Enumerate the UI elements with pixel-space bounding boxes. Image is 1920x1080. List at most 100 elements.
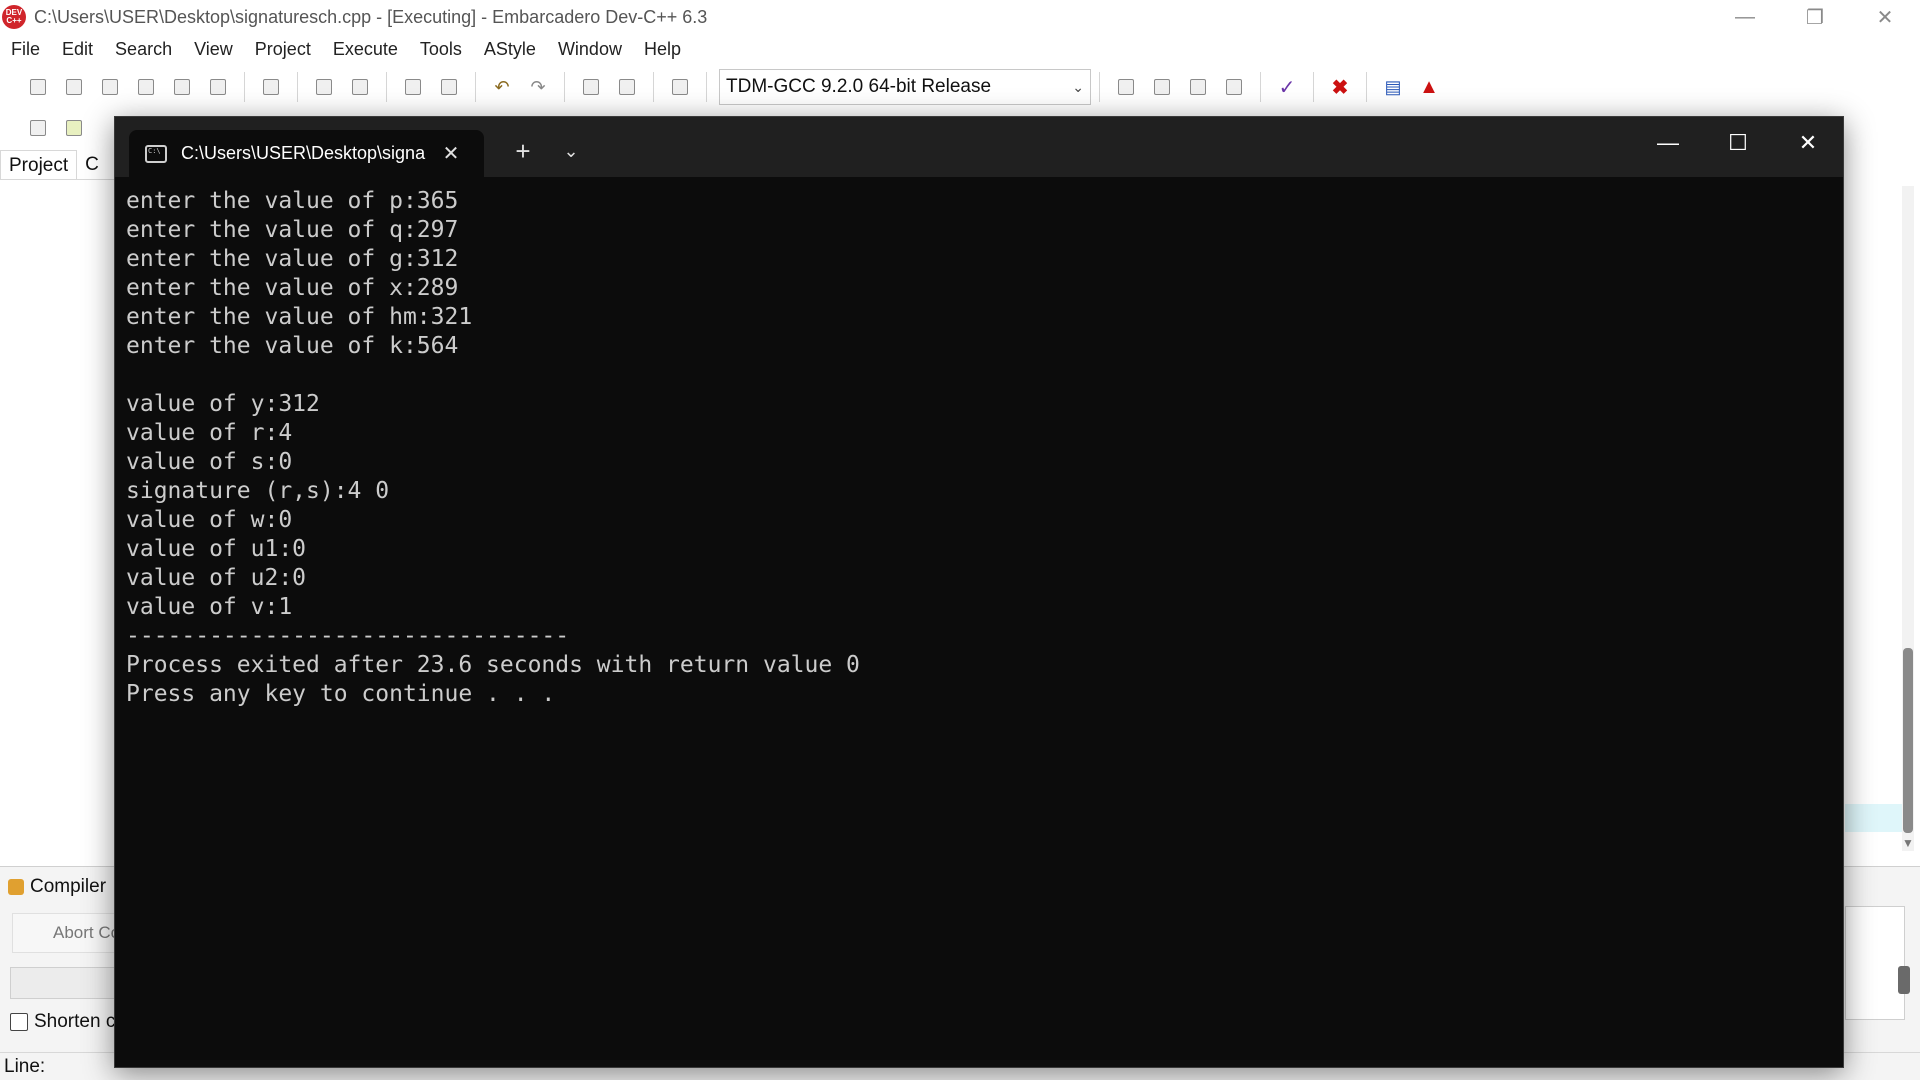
output-line: value of s:0 (126, 449, 293, 475)
redo-icon[interactable]: ↷ (520, 71, 556, 103)
toolbar-separator (244, 72, 245, 102)
tab-project[interactable]: Project (0, 150, 78, 179)
output-line: value of y:312 (126, 391, 320, 417)
toolbar-separator (706, 72, 707, 102)
toolbar-separator (297, 72, 298, 102)
terminal-tab-title: C:\Users\USER\Desktop\signa (181, 143, 426, 163)
ide-window-title: C:\Users\USER\Desktop\signaturesch.cpp -… (34, 6, 708, 27)
toolbar-separator (1099, 72, 1100, 102)
shorten-paths-checkbox[interactable]: Shorten c (10, 1011, 115, 1033)
stop-execution-icon[interactable]: ✖ (1322, 71, 1358, 103)
goto-icon[interactable] (56, 112, 92, 144)
close-all-icon[interactable] (200, 71, 236, 103)
syntax-check-icon[interactable]: ✓ (1269, 71, 1305, 103)
save-all-icon[interactable] (128, 71, 164, 103)
checkbox-box[interactable] (10, 1013, 28, 1031)
minimize-icon[interactable]: — (1633, 117, 1703, 169)
editor-scrollbar[interactable]: ▼ (1902, 186, 1914, 851)
terminal-titlebar: C:\Users\USER\Desktop\signa ✕ + ⌄ — ☐ ✕ (115, 117, 1843, 177)
close-file-icon[interactable] (164, 71, 200, 103)
terminal-tab[interactable]: C:\Users\USER\Desktop\signa ✕ (129, 130, 484, 177)
menu-astyle[interactable]: AStyle (473, 39, 547, 60)
goto-line-icon[interactable] (662, 71, 698, 103)
save-icon[interactable] (92, 71, 128, 103)
chevron-down-icon: ⌄ (1072, 78, 1084, 95)
unindent-icon[interactable] (431, 71, 467, 103)
restore-icon[interactable]: ❐ (1780, 0, 1850, 34)
open-file-icon[interactable] (56, 71, 92, 103)
replace-icon[interactable] (342, 71, 378, 103)
minimize-icon[interactable]: — (1710, 0, 1780, 34)
menu-project[interactable]: Project (244, 39, 322, 60)
process-exit-line: Process exited after 23.6 seconds with r… (126, 652, 860, 678)
compile-run-icon[interactable] (1180, 71, 1216, 103)
menu-view[interactable]: View (183, 39, 244, 60)
editor-scrollbar-thumb[interactable] (1903, 648, 1913, 833)
panel-tabs: Project C (0, 150, 115, 180)
chevron-down-icon[interactable]: ⌄ (551, 133, 591, 169)
desktop: DEV C++ C:\Users\USER\Desktop\signaturesc… (0, 0, 1920, 1080)
project-panel: Project C (0, 150, 116, 865)
menu-execute[interactable]: Execute (322, 39, 409, 60)
menu-edit[interactable]: Edit (51, 39, 104, 60)
compile-icon[interactable] (1108, 71, 1144, 103)
devcpp-app-icon: DEV C++ (2, 5, 26, 29)
tab-close-icon[interactable]: ✕ (437, 140, 465, 168)
output-scrollbar-thumb[interactable] (1898, 966, 1910, 994)
terminal-output[interactable]: enter the value of p:365 enter the value… (126, 187, 1826, 1057)
output-line: enter the value of p:365 (126, 188, 459, 214)
ide-window-controls: — ❐ ✕ (1710, 0, 1920, 34)
menu-search[interactable]: Search (104, 39, 183, 60)
insert-icon[interactable] (20, 112, 56, 144)
undo-icon[interactable]: ↶ (484, 71, 520, 103)
rebuild-all-icon[interactable] (1216, 71, 1252, 103)
compiler-output-box (1845, 906, 1905, 1020)
profile-chart-icon[interactable]: ▤ (1375, 71, 1411, 103)
menubar: File Edit Search View Project Execute To… (0, 34, 1920, 64)
print-icon[interactable] (253, 71, 289, 103)
editor-area[interactable]: ▼ (1845, 186, 1920, 866)
ide-titlebar: DEV C++ C:\Users\USER\Desktop\signaturesc… (0, 0, 1920, 34)
terminal-window: C:\Users\USER\Desktop\signa ✕ + ⌄ — ☐ ✕ … (114, 116, 1844, 1068)
compiler-icon (8, 879, 24, 895)
new-tab-plus-icon[interactable]: + (503, 133, 543, 169)
compiler-select-value: TDM-GCC 9.2.0 64-bit Release (726, 76, 992, 97)
output-line: value of r:4 (126, 420, 293, 446)
bookmark-next-icon[interactable] (609, 71, 645, 103)
find-icon[interactable] (306, 71, 342, 103)
toolbar-separator (1313, 72, 1314, 102)
toolbar-separator (475, 72, 476, 102)
menu-tools[interactable]: Tools (409, 39, 473, 60)
output-line: value of w:0 (126, 507, 293, 533)
indent-icon[interactable] (395, 71, 431, 103)
output-line: value of u2:0 (126, 565, 307, 591)
toolbar-separator (386, 72, 387, 102)
current-line-highlight (1845, 804, 1905, 832)
shorten-paths-label: Shorten c (34, 1011, 116, 1032)
scroll-down-icon[interactable]: ▼ (1902, 836, 1914, 850)
toolbar-separator (1366, 72, 1367, 102)
close-icon[interactable]: ✕ (1850, 0, 1920, 34)
main-toolbar: ↶ ↷ TDM-GCC 9.2.0 64-bit Release ⌄ ✓ ✖ ▤… (0, 66, 1620, 108)
delete-profile-icon[interactable]: ▲ (1411, 71, 1447, 103)
menu-file[interactable]: File (0, 39, 51, 60)
new-file-icon[interactable] (20, 71, 56, 103)
status-line-label: Line: (4, 1055, 46, 1077)
run-icon[interactable] (1144, 71, 1180, 103)
output-line: enter the value of g:312 (126, 246, 459, 272)
maximize-icon[interactable]: ☐ (1703, 117, 1773, 169)
menu-help[interactable]: Help (633, 39, 692, 60)
toolbar-separator (564, 72, 565, 102)
output-line: enter the value of x:289 (126, 275, 459, 301)
close-icon[interactable]: ✕ (1773, 117, 1843, 169)
toolbar-separator (1260, 72, 1261, 102)
compiler-select[interactable]: TDM-GCC 9.2.0 64-bit Release ⌄ (719, 69, 1091, 105)
toolbar-separator (653, 72, 654, 102)
tab-classes[interactable]: C (77, 150, 107, 179)
output-line: signature (r,s):4 0 (126, 478, 390, 504)
output-line: enter the value of q:297 (126, 217, 459, 243)
bookmark-prev-icon[interactable] (573, 71, 609, 103)
menu-window[interactable]: Window (547, 39, 633, 60)
output-line: enter the value of hm:321 (126, 304, 473, 330)
